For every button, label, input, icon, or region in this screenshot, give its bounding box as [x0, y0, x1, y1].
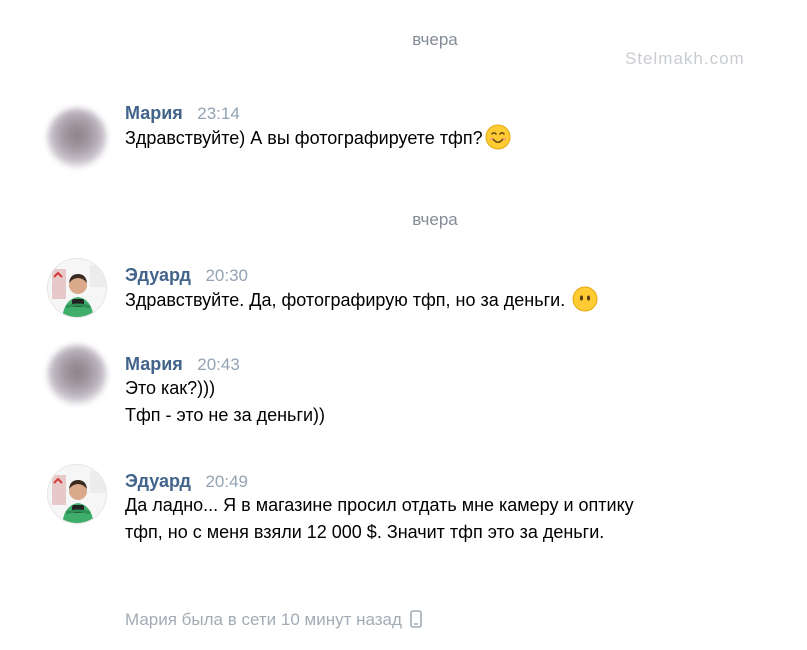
message-time[interactable]: 20:30 [205, 266, 248, 285]
message: Мария 20:43 Это как?))) Тфп - это не за … [125, 353, 765, 429]
mobile-phone-icon [410, 610, 422, 633]
message: Мария 23:14 Здравствуйте) А вы фотографи… [125, 102, 765, 158]
chat-history: Stelmakh.com вчера Мария 23:14 Здравству… [0, 0, 807, 650]
message-text-line: Здравствуйте. Да, фотографирую тфп, но з… [125, 290, 571, 310]
message-text-line: Здравствуйте) А вы фотографируете тфп? [125, 128, 483, 148]
message-text-line: тфп, но с меня взяли 12 000 $. Значит тф… [125, 522, 605, 542]
person-photo-icon [48, 259, 106, 317]
message-text: Здравствуйте) А вы фотографируете тфп? [125, 124, 765, 158]
watermark: Stelmakh.com [625, 49, 745, 68]
author-name[interactable]: Мария [125, 354, 183, 374]
date-separator: вчера [412, 30, 458, 49]
avatar[interactable] [47, 108, 107, 168]
person-photo-icon [48, 465, 106, 523]
author-name[interactable]: Эдуард [125, 265, 191, 285]
message-text-line: Тфп - это не за деньги)) [125, 405, 326, 425]
message-time[interactable]: 20:43 [197, 355, 240, 374]
online-status-text: Мария была в сети 10 минут назад [125, 610, 402, 629]
avatar[interactable] [47, 464, 107, 524]
message-time[interactable]: 20:49 [205, 472, 248, 491]
online-status: Мария была в сети 10 минут назад [125, 610, 422, 633]
smiling-face-icon [485, 124, 511, 158]
avatar[interactable] [47, 258, 107, 318]
author-name[interactable]: Эдуард [125, 471, 191, 491]
message-text-line: Это как?))) [125, 378, 216, 398]
avatar[interactable] [47, 345, 107, 405]
message: Эдуард 20:30 Здравствуйте. Да, фотографи… [125, 264, 765, 320]
face-without-mouth-icon [572, 286, 598, 320]
message-text: Здравствуйте. Да, фотографирую тфп, но з… [125, 286, 765, 320]
date-separator: вчера [412, 210, 458, 229]
message-text-line: Да ладно... Я в магазине просил отдать м… [125, 495, 634, 515]
author-name[interactable]: Мария [125, 103, 183, 123]
message: Эдуард 20:49 Да ладно... Я в магазине пр… [125, 470, 765, 546]
message-time[interactable]: 23:14 [197, 104, 240, 123]
